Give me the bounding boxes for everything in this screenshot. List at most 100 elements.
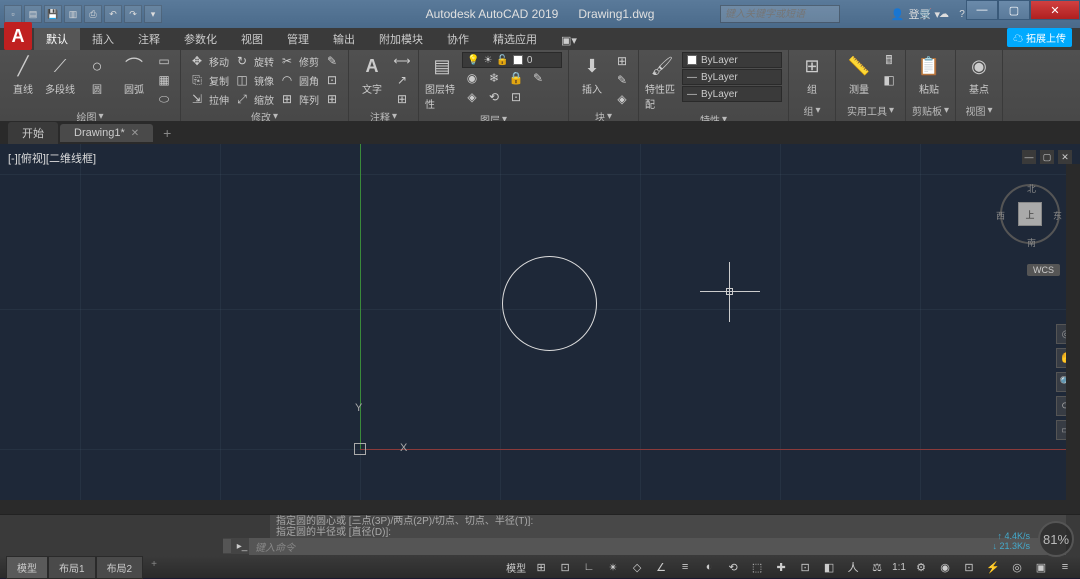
workspace-icon[interactable]: ⚙	[912, 559, 930, 575]
modify-extra3-icon[interactable]: ⊞	[322, 90, 342, 108]
block-edit-icon[interactable]: ✎	[612, 71, 632, 89]
text-button[interactable]: A文字	[355, 52, 389, 96]
view-cube[interactable]: 上 北 南 东 西	[1000, 184, 1060, 244]
customize-icon[interactable]: ≡	[1056, 559, 1074, 575]
polyline-button[interactable]: ⟋多段线	[43, 52, 77, 96]
block-create-icon[interactable]: ⊞	[612, 52, 632, 70]
qat-open-icon[interactable]: ▤	[24, 5, 42, 23]
qat-redo-icon[interactable]: ↷	[124, 5, 142, 23]
paste-button[interactable]: 📋粘贴	[912, 52, 946, 96]
cloud-icon[interactable]: ☁	[936, 6, 952, 22]
cart-icon[interactable]: 🛒	[918, 6, 934, 22]
leader-icon[interactable]: ↗	[392, 71, 412, 89]
snap-toggle-icon[interactable]: ⊡	[556, 559, 574, 575]
tab-featured[interactable]: 精选应用	[481, 28, 549, 50]
cycling-toggle-icon[interactable]: ⟲	[724, 559, 742, 575]
tab-manage[interactable]: 管理	[275, 28, 321, 50]
linetype-dropdown[interactable]: — ByLayer	[682, 86, 782, 102]
group-label-modify[interactable]: 修改 ▾	[187, 108, 342, 122]
status-scale[interactable]: 1:1	[892, 562, 906, 573]
status-model-label[interactable]: 模型	[506, 560, 526, 575]
maximize-button[interactable]: ▢	[998, 0, 1030, 20]
compass-east[interactable]: 东	[1053, 209, 1062, 222]
layer-off-icon[interactable]: ◉	[462, 69, 482, 87]
ellipse-icon[interactable]: ⬭	[154, 90, 174, 108]
tab-view[interactable]: 视图	[229, 28, 275, 50]
qat-undo-icon[interactable]: ↶	[104, 5, 122, 23]
vertical-scrollbar[interactable]	[1066, 164, 1080, 500]
sc-toggle-icon[interactable]: ◧	[820, 559, 838, 575]
anno-monitor-icon[interactable]: ◉	[936, 559, 954, 575]
drawn-circle[interactable]	[502, 256, 597, 351]
new-tab-button[interactable]: +	[155, 123, 179, 143]
layer-freeze-icon[interactable]: ❄	[484, 69, 504, 87]
group-label-annotate[interactable]: 注释 ▾	[355, 108, 412, 122]
layer-state-icon[interactable]: ⊡	[506, 88, 526, 106]
group-label-clipboard[interactable]: 剪贴板 ▾	[912, 102, 949, 119]
layer-iso-icon[interactable]: ◈	[462, 88, 482, 106]
share-button[interactable]: ☁ 拓展上传	[1007, 28, 1072, 47]
units-toggle-icon[interactable]: ⊡	[960, 559, 978, 575]
layer-match-icon[interactable]: ✎	[528, 69, 548, 87]
color-dropdown[interactable]: ByLayer	[682, 52, 782, 68]
vp-close-icon[interactable]: ✕	[1058, 150, 1072, 164]
fillet-icon[interactable]: ◠	[277, 71, 297, 89]
calc-icon[interactable]: 🖩	[879, 52, 899, 70]
stretch-icon[interactable]: ⇲	[187, 90, 207, 108]
command-input[interactable]: 键入命令	[249, 538, 1066, 555]
copy-icon[interactable]: ⎘	[187, 71, 207, 89]
layout-tab-1[interactable]: 布局1	[48, 556, 96, 579]
table-icon[interactable]: ⊞	[392, 90, 412, 108]
file-tab-start[interactable]: 开始	[8, 122, 58, 144]
anno-scale-icon[interactable]: ⚖	[868, 559, 886, 575]
qat-more-icon[interactable]: ▾	[144, 5, 162, 23]
tab-expand-icon[interactable]: ▣▾	[549, 31, 589, 50]
minimize-button[interactable]: —	[966, 0, 998, 20]
select-icon[interactable]: ◧	[879, 71, 899, 89]
scale-icon[interactable]: ⤢	[232, 90, 252, 108]
arc-button[interactable]: ⌒圆弧	[117, 52, 151, 96]
group-label-view[interactable]: 视图 ▾	[962, 102, 996, 119]
tab-insert[interactable]: 插入	[80, 28, 126, 50]
tab-addins[interactable]: 附加模块	[367, 28, 435, 50]
layer-prev-icon[interactable]: ⟲	[484, 88, 504, 106]
polar-toggle-icon[interactable]: ✴	[604, 559, 622, 575]
compass-north[interactable]: 北	[1027, 182, 1036, 195]
layout-tab-2[interactable]: 布局2	[96, 556, 144, 579]
app-logo[interactable]: A	[4, 22, 32, 50]
array-icon[interactable]: ⊞	[277, 90, 297, 108]
rotate-icon[interactable]: ↻	[232, 52, 252, 70]
qp-toggle-icon[interactable]: ⊡	[796, 559, 814, 575]
move-icon[interactable]: ✥	[187, 52, 207, 70]
qat-plot-icon[interactable]: ⎙	[84, 5, 102, 23]
anno-toggle-icon[interactable]: 人	[844, 559, 862, 575]
trim-icon[interactable]: ✂	[277, 52, 297, 70]
insert-button[interactable]: ⬇插入	[575, 52, 609, 96]
group-button[interactable]: ⊞组	[795, 52, 829, 96]
tab-default[interactable]: 默认	[34, 28, 80, 50]
layer-lock-icon[interactable]: 🔒	[506, 69, 526, 87]
layer-props-button[interactable]: ▤图层特性	[425, 52, 459, 111]
search-input[interactable]	[720, 5, 840, 23]
dyn-toggle-icon[interactable]: ✚	[772, 559, 790, 575]
modify-extra1-icon[interactable]: ✎	[322, 52, 342, 70]
file-tab-drawing1[interactable]: Drawing1*✕	[60, 124, 153, 142]
mirror-icon[interactable]: ◫	[232, 71, 252, 89]
layout-add-button[interactable]: +	[143, 556, 165, 579]
wcs-badge[interactable]: WCS	[1027, 264, 1060, 276]
lineweight-toggle-icon[interactable]: ≡	[676, 559, 694, 575]
view-cube-top[interactable]: 上	[1018, 202, 1042, 226]
isolate-icon[interactable]: ◎	[1008, 559, 1026, 575]
grid-toggle-icon[interactable]: ⊞	[532, 559, 550, 575]
tab-collab[interactable]: 协作	[435, 28, 481, 50]
otrack-toggle-icon[interactable]: ∠	[652, 559, 670, 575]
lineweight-dropdown[interactable]: — ByLayer	[682, 69, 782, 85]
tab-annotate[interactable]: 注释	[126, 28, 172, 50]
block-attr-icon[interactable]: ◈	[612, 90, 632, 108]
layer-dropdown[interactable]: 💡☀🔓0	[462, 52, 562, 68]
transparency-toggle-icon[interactable]: ◐	[700, 559, 718, 575]
line-button[interactable]: ╱直线	[6, 52, 40, 96]
tab-parametric[interactable]: 参数化	[172, 28, 229, 50]
group-label-layers[interactable]: 图层 ▾	[425, 111, 562, 122]
dimension-icon[interactable]: ⟷	[392, 52, 412, 70]
